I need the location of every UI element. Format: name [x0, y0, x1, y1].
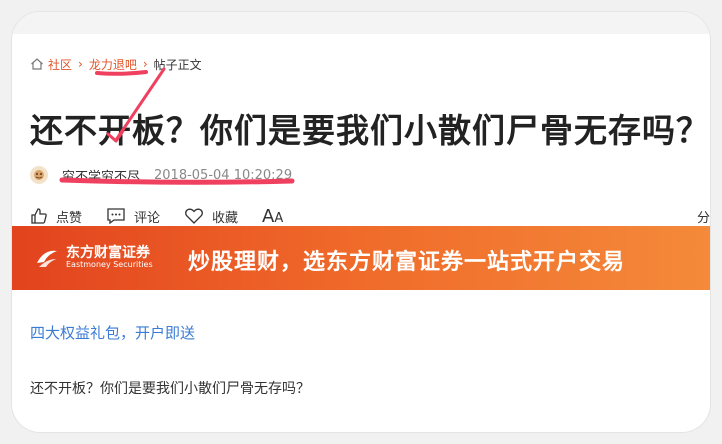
ad-banner[interactable]: 东方财富证券 Eastmoney Securities 炒股理财，选东方财富证券… — [12, 226, 710, 290]
post-body: 还不开板？你们是要我们小散们尸骨无存吗？ — [30, 381, 310, 397]
post-title: 还不开板？你们是要我们小散们尸骨无存吗？ — [30, 111, 710, 150]
post-time: 2018-05-04 10:20:29 — [154, 167, 293, 183]
eastmoney-logo: 东方财富证券 Eastmoney Securities — [34, 245, 153, 271]
thumbs-up-icon — [31, 208, 47, 224]
logo-english: Eastmoney Securities — [66, 260, 153, 270]
like-label: 点赞 — [56, 210, 83, 226]
breadcrumb: 社区 › 龙力退吧 › 帖子正文 — [30, 55, 202, 73]
avatar[interactable] — [30, 166, 48, 184]
share-button[interactable]: 分 — [697, 207, 710, 226]
breadcrumb-community[interactable]: 社区 — [48, 56, 72, 73]
comment-label: 评论 — [134, 210, 161, 226]
comment-button[interactable]: 评论 — [106, 207, 160, 226]
font-size-button[interactable]: AA — [262, 206, 283, 227]
post-card: 社区 › 龙力退吧 › 帖子正文 还不开板？你们是要我们小散们尸骨无存吗？ 穷不… — [12, 12, 710, 432]
comment-icon — [107, 208, 125, 225]
eastmoney-logo-icon — [37, 250, 57, 267]
font-size-large-glyph: A — [262, 205, 275, 227]
chevron-right-icon: › — [142, 57, 148, 71]
promo-link[interactable]: 四大权益礼包，开户即送 — [30, 322, 195, 343]
author-name[interactable]: 穷不学穷不尽 — [62, 166, 140, 185]
post-meta: 穷不学穷不尽 2018-05-04 10:20:29 — [30, 164, 292, 186]
avatar-icon — [34, 170, 44, 180]
favorite-label: 收藏 — [212, 210, 239, 226]
top-bar — [12, 12, 710, 34]
logo-chinese: 东方财富证券 — [66, 244, 150, 261]
action-bar: 点赞 评论 收藏 AA 分 — [30, 204, 710, 228]
heart-icon — [185, 208, 203, 224]
banner-headline: 炒股理财，选东方财富证券一站式开户交易 — [188, 250, 626, 275]
chevron-right-icon: › — [78, 57, 83, 71]
breadcrumb-forum[interactable]: 龙力退吧 — [89, 56, 137, 73]
font-size-small-glyph: A — [274, 210, 284, 226]
like-button[interactable]: 点赞 — [30, 207, 82, 226]
favorite-button[interactable]: 收藏 — [184, 207, 238, 226]
home-icon[interactable] — [30, 57, 44, 71]
breadcrumb-current: 帖子正文 — [153, 57, 202, 72]
